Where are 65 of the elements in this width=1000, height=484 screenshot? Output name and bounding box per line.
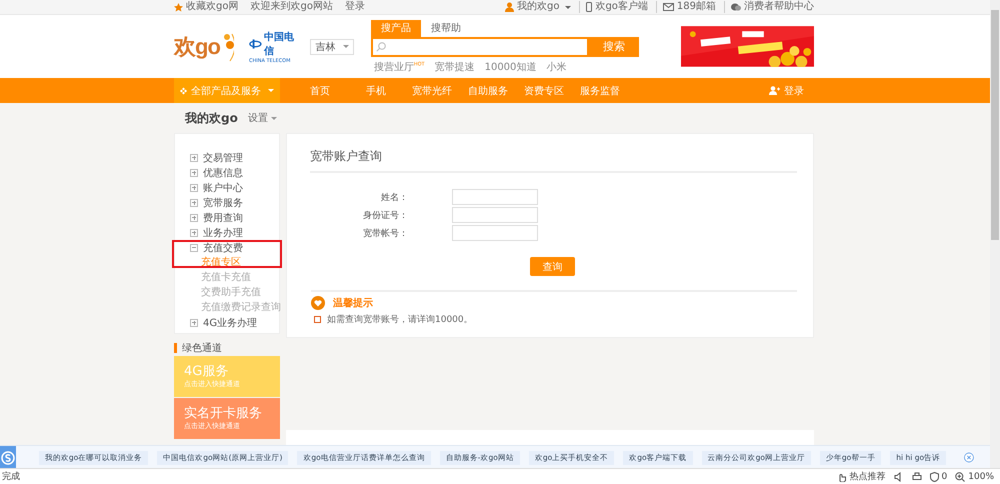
- hot-link[interactable]: 小米: [546, 60, 566, 74]
- tree-toggle-icon[interactable]: [190, 214, 198, 222]
- field-label: 姓名：: [380, 192, 408, 204]
- mail-icon: [662, 3, 674, 11]
- panel-title: 宽带账户查询: [310, 134, 797, 173]
- search-field[interactable]: [370, 36, 590, 56]
- sidebar-item[interactable]: 业务办理: [203, 226, 243, 240]
- top-link[interactable]: 欢go客户端: [595, 1, 648, 13]
- tree-toggle-icon[interactable]: [190, 318, 198, 326]
- star-icon: [174, 2, 183, 12]
- logo[interactable]: 欢go: [174, 32, 246, 62]
- sidebar-item[interactable]: 宽带服务: [203, 196, 243, 210]
- phone-icon: [586, 2, 592, 12]
- scrollbar[interactable]: [990, 0, 1000, 468]
- printer-icon[interactable]: [912, 472, 922, 482]
- zoom-level: 100%: [968, 472, 994, 482]
- search-icon: [376, 42, 386, 52]
- region-dropdown[interactable]: 吉林: [310, 38, 354, 54]
- status-text: 完成: [2, 470, 20, 483]
- top-link[interactable]: 登录: [344, 1, 365, 13]
- zoom-icon[interactable]: [955, 472, 966, 482]
- field-label: 宽带帐号：: [362, 228, 408, 240]
- tree-toggle-icon[interactable]: [190, 184, 198, 192]
- chat-icon: [731, 2, 741, 12]
- search-tab[interactable]: 搜帮助: [420, 20, 471, 36]
- sidebar-item[interactable]: 优惠信息: [203, 166, 243, 180]
- top-link[interactable]: 我的欢go: [516, 1, 560, 13]
- field-label: 身份证号：: [362, 210, 408, 222]
- input-field[interactable]: [452, 225, 538, 241]
- section-title: 绿色通道: [182, 342, 222, 354]
- close-icon[interactable]: [964, 450, 974, 465]
- top-link[interactable]: 189邮箱: [676, 1, 716, 13]
- hot-link[interactable]: 搜营业厅$^{HOT}$: [374, 60, 425, 74]
- user-icon: [504, 2, 514, 12]
- caret-icon: [565, 6, 572, 8]
- page-title: 我的欢go: [185, 110, 238, 126]
- status-link[interactable]: 热点推荐: [850, 470, 886, 483]
- top-link[interactable]: 收藏欢go网: [186, 1, 238, 13]
- grid-icon: [180, 84, 187, 96]
- card-title: 实名开卡服务: [184, 406, 263, 421]
- sidebar-item[interactable]: 账户中心: [203, 180, 243, 194]
- top-link[interactable]: 欢迎来到欢go网站: [250, 1, 333, 13]
- shield-icon: [930, 472, 939, 482]
- sidebar-item[interactable]: 4G业务办理: [203, 316, 258, 330]
- tree-toggle-icon[interactable]: [190, 228, 198, 236]
- user-icon: [769, 86, 780, 95]
- sidebar-item[interactable]: 充值交费: [203, 240, 243, 254]
- input-field[interactable]: [452, 189, 538, 205]
- settings-dropdown[interactable]: 设置: [248, 111, 277, 125]
- sidebar-item[interactable]: 费用查询: [203, 210, 243, 224]
- tree-toggle-icon[interactable]: [190, 154, 198, 162]
- sidebar-item[interactable]: 交易管理: [203, 150, 243, 164]
- tree-toggle-icon[interactable]: [190, 168, 198, 176]
- tip-text: 如需查询宽带账号，请详询10000。: [327, 314, 473, 326]
- card-title: 4G服务: [184, 364, 230, 379]
- top-link[interactable]: 消费者帮助中心: [744, 1, 814, 13]
- hot-link[interactable]: 宽带提速: [434, 60, 475, 74]
- hot-link[interactable]: 10000知道: [484, 60, 536, 74]
- tip-title: 温馨提示: [333, 296, 373, 310]
- hand-icon: [836, 472, 847, 482]
- status-count: 0: [942, 472, 948, 482]
- tree-toggle-icon[interactable]: [190, 198, 198, 206]
- input-field[interactable]: [452, 207, 538, 223]
- bullet-icon: [314, 316, 321, 323]
- tree-toggle-icon[interactable]: [190, 244, 198, 252]
